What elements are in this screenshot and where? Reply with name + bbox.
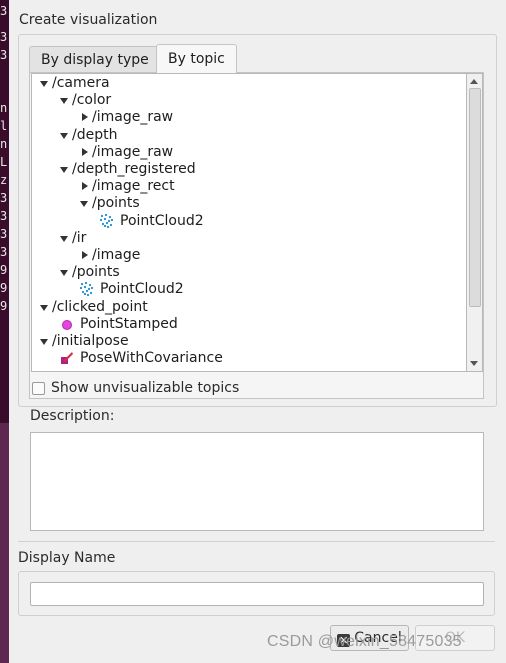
tree-item-label: /points <box>92 195 140 212</box>
tree-item-label: /depth <box>72 126 118 143</box>
scrollbar-thumb[interactable] <box>469 88 481 307</box>
tab-by-topic[interactable]: By topic <box>156 44 237 73</box>
tab-by-display-type[interactable]: By display type <box>29 46 161 72</box>
terminal-glyph: 3 <box>0 4 8 18</box>
terminal-glyph: L <box>0 155 8 169</box>
pose-icon <box>60 351 74 365</box>
tree-item-label: /initialpose <box>52 333 129 349</box>
tree-item[interactable]: /image_raw <box>32 144 462 161</box>
chevron-down-icon[interactable] <box>60 235 68 242</box>
terminal-glyph: 3 <box>0 245 8 259</box>
description-label: Description: <box>30 408 115 424</box>
tree-item-label: PointStamped <box>80 315 178 332</box>
tree-scrollbar[interactable] <box>467 73 483 372</box>
tree-item[interactable]: PointStamped <box>32 316 462 333</box>
tree-item-label: /image <box>92 247 141 263</box>
tree-item-label: /depth_registered <box>72 161 196 177</box>
show-unvisualizable-checkbox[interactable] <box>32 382 45 395</box>
tree-item[interactable]: /depth <box>32 127 462 144</box>
show-unvisualizable-label[interactable]: Show unvisualizable topics <box>51 380 239 396</box>
pointcloud-icon <box>79 282 94 297</box>
tree-item-label: /ir <box>72 229 87 246</box>
tree-item[interactable]: PointCloud2 <box>32 281 462 298</box>
terminal-glyph: 3 <box>0 227 8 241</box>
display-name-input[interactable] <box>30 582 484 606</box>
tree-item[interactable]: /initialpose <box>32 333 462 350</box>
display-name-label: Display Name <box>18 550 116 566</box>
point-icon <box>62 319 72 330</box>
terminal-glyph: 3 <box>0 209 8 223</box>
create-visualization-dialog: Create visualization By display type By … <box>9 0 506 663</box>
terminal-lower-area <box>0 423 9 663</box>
terminal-glyph: 9 <box>0 263 8 277</box>
chevron-right-icon[interactable] <box>82 251 88 259</box>
chevron-down-icon[interactable] <box>60 270 68 277</box>
scroll-up-arrow-icon[interactable] <box>470 79 478 84</box>
terminal-glyph: z <box>0 173 8 187</box>
tree-item-label: /image_rect <box>92 178 175 195</box>
terminal-glyph: 3 <box>0 191 8 205</box>
tree-item[interactable]: /color <box>32 92 462 109</box>
scroll-down-arrow-icon[interactable] <box>470 361 478 366</box>
tree-item[interactable]: PointCloud2 <box>32 213 462 230</box>
tree-item-label: PointCloud2 <box>100 281 184 298</box>
terminal-glyph: l <box>0 119 8 133</box>
tree-item[interactable]: /image_raw <box>32 109 462 126</box>
watermark: CSDN @weixin_58475035 <box>267 633 462 650</box>
terminal-glyph: n <box>0 101 8 115</box>
tree-item[interactable]: /depth_registered <box>32 161 462 178</box>
pointcloud-icon <box>99 213 114 228</box>
tree-item[interactable]: /image <box>32 247 462 264</box>
chevron-down-icon[interactable] <box>40 81 48 87</box>
chevron-right-icon[interactable] <box>82 113 88 122</box>
tree-item[interactable]: /image_rect <box>32 178 462 195</box>
divider <box>18 541 495 542</box>
chevron-right-icon[interactable] <box>82 182 88 191</box>
terminal-glyph: 3 <box>0 48 8 62</box>
tree-item-label: /clicked_point <box>52 298 148 315</box>
chevron-right-icon[interactable] <box>82 147 88 156</box>
tree-item[interactable]: /ir <box>32 230 462 247</box>
terminal-glyph: 9 <box>0 299 8 313</box>
chevron-down-icon[interactable] <box>60 132 68 139</box>
chevron-down-icon[interactable] <box>80 201 88 208</box>
tree-item[interactable]: /points <box>32 195 462 212</box>
chevron-down-icon[interactable] <box>60 167 68 173</box>
tree-item-label: PoseWithCovariance <box>80 350 223 367</box>
terminal-glyph: n <box>0 137 8 151</box>
tree-item-label: /points <box>72 264 120 281</box>
tree-item[interactable]: /camera <box>32 75 462 92</box>
chevron-down-icon[interactable] <box>40 304 48 311</box>
tree-item-label: /image_raw <box>92 143 174 160</box>
chevron-down-icon[interactable] <box>40 339 48 345</box>
tree-item[interactable]: PoseWithCovariance <box>32 350 462 367</box>
description-box <box>30 432 484 531</box>
tree-item-label: /image_raw <box>92 109 174 126</box>
dialog-title: Create visualization <box>19 12 158 28</box>
chevron-down-icon[interactable] <box>60 98 68 105</box>
terminal-glyph: 3 <box>0 30 8 44</box>
topic-tree[interactable]: /camera/color/image_raw/depth/image_raw /… <box>31 73 467 372</box>
tree-item[interactable]: /points <box>32 264 462 281</box>
tree-item[interactable]: /clicked_point <box>32 299 462 316</box>
background-terminal: 3 3 3 n l n L z 3 3 3 3 9 9 9 <box>0 0 9 663</box>
tree-item-label: /camera <box>52 75 110 91</box>
tree-item-label: /color <box>72 92 112 109</box>
terminal-glyph: 9 <box>0 281 8 295</box>
tree-item-label: PointCloud2 <box>120 212 204 229</box>
